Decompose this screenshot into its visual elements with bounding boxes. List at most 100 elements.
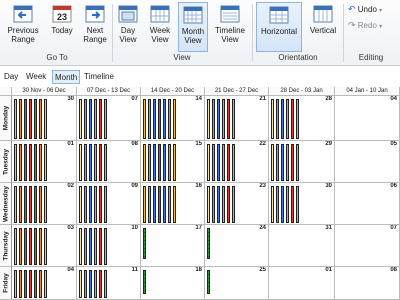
appointment-block[interactable] xyxy=(153,144,156,181)
appointment-block[interactable] xyxy=(29,144,32,181)
appointment-block[interactable] xyxy=(19,228,22,265)
appointment-block[interactable] xyxy=(153,186,156,223)
day-cell[interactable]: 22 xyxy=(205,141,269,183)
appointment-block[interactable] xyxy=(153,99,156,139)
appointment-block[interactable] xyxy=(158,144,161,181)
appointment-block[interactable] xyxy=(84,228,87,265)
appointment-block[interactable] xyxy=(207,186,210,223)
appointment-block[interactable] xyxy=(281,144,284,181)
day-cell[interactable]: 11 xyxy=(77,267,141,300)
day-cell[interactable]: 16 xyxy=(141,183,205,225)
undo-button[interactable]: ↶ Undo ▾ xyxy=(348,4,382,15)
appointment-block[interactable] xyxy=(44,228,47,265)
appointment-block[interactable] xyxy=(143,186,146,223)
appointment-block[interactable] xyxy=(217,99,220,139)
appointment-block[interactable] xyxy=(89,144,92,181)
day-cell[interactable]: 23 xyxy=(205,183,269,225)
appointment-block[interactable] xyxy=(79,270,82,298)
day-cell[interactable]: 28 xyxy=(269,96,335,141)
appointment-block[interactable] xyxy=(232,186,235,223)
appointment-block[interactable] xyxy=(89,228,92,265)
appointment-block[interactable] xyxy=(39,228,42,265)
tab-timeline[interactable]: Timeline xyxy=(82,70,116,84)
appointment-block[interactable] xyxy=(34,186,37,223)
day-cell[interactable]: 25 xyxy=(205,267,269,300)
appointment-block[interactable] xyxy=(212,144,215,181)
appointment-block[interactable] xyxy=(227,144,230,181)
appointment-block[interactable] xyxy=(14,270,17,298)
appointment-block[interactable] xyxy=(94,270,97,298)
appointment-block[interactable] xyxy=(84,186,87,223)
appointment-block[interactable] xyxy=(34,99,37,139)
appointment-block[interactable] xyxy=(148,186,151,223)
appointment-block[interactable] xyxy=(29,228,32,265)
appointment-block[interactable] xyxy=(34,270,37,298)
appointment-block[interactable] xyxy=(94,144,97,181)
appointment-block[interactable] xyxy=(24,228,27,265)
day-cell[interactable]: 03 xyxy=(12,225,77,267)
previous-range-button[interactable]: Previous Range xyxy=(4,2,42,52)
appointment-block[interactable] xyxy=(89,99,92,139)
appointment-block[interactable] xyxy=(79,144,82,181)
appointment-block[interactable] xyxy=(99,144,102,181)
appointment-block[interactable] xyxy=(207,99,210,139)
today-button[interactable]: 23 Today xyxy=(48,2,76,52)
appointment-block[interactable] xyxy=(163,144,166,181)
appointment-block[interactable] xyxy=(44,144,47,181)
tab-week[interactable]: Week xyxy=(24,70,48,84)
appointment-block[interactable] xyxy=(163,186,166,223)
next-range-button[interactable]: Next Range xyxy=(80,2,110,52)
appointment-block[interactable] xyxy=(173,144,176,181)
appointment-block[interactable] xyxy=(89,186,92,223)
appointment-block[interactable] xyxy=(168,186,171,223)
appointment-block[interactable] xyxy=(14,186,17,223)
appointment-block[interactable] xyxy=(168,144,171,181)
day-cell[interactable]: 07 xyxy=(335,225,400,267)
day-cell[interactable]: 17 xyxy=(141,225,205,267)
appointment-block[interactable] xyxy=(14,228,17,265)
day-cell[interactable]: 06 xyxy=(335,183,400,225)
appointment-block[interactable] xyxy=(232,99,235,139)
appointment-block[interactable] xyxy=(291,99,294,139)
appointment-block[interactable] xyxy=(19,144,22,181)
appointment-block[interactable] xyxy=(143,270,146,294)
day-cell[interactable]: 14 xyxy=(141,96,205,141)
appointment-block[interactable] xyxy=(222,144,225,181)
day-cell[interactable]: 31 xyxy=(269,225,335,267)
appointment-block[interactable] xyxy=(281,99,284,139)
appointment-block[interactable] xyxy=(222,99,225,139)
appointment-block[interactable] xyxy=(207,144,210,181)
appointment-block[interactable] xyxy=(79,228,82,265)
appointment-block[interactable] xyxy=(271,186,274,223)
appointment-block[interactable] xyxy=(148,144,151,181)
appointment-block[interactable] xyxy=(104,99,107,139)
day-view-button[interactable]: Day View xyxy=(115,2,141,52)
appointment-block[interactable] xyxy=(14,99,17,139)
appointment-block[interactable] xyxy=(24,144,27,181)
appointment-block[interactable] xyxy=(286,186,289,223)
appointment-block[interactable] xyxy=(281,186,284,223)
appointment-block[interactable] xyxy=(207,270,210,294)
appointment-block[interactable] xyxy=(99,186,102,223)
appointment-block[interactable] xyxy=(104,228,107,265)
appointment-block[interactable] xyxy=(39,99,42,139)
appointment-block[interactable] xyxy=(79,186,82,223)
day-cell[interactable]: 01 xyxy=(269,267,335,300)
appointment-block[interactable] xyxy=(227,186,230,223)
appointment-block[interactable] xyxy=(271,144,274,181)
appointment-block[interactable] xyxy=(79,99,82,139)
appointment-block[interactable] xyxy=(84,144,87,181)
appointment-block[interactable] xyxy=(207,228,210,259)
vertical-orientation-button[interactable]: Vertical xyxy=(306,2,340,52)
appointment-block[interactable] xyxy=(99,228,102,265)
appointment-block[interactable] xyxy=(84,99,87,139)
appointment-block[interactable] xyxy=(94,99,97,139)
appointment-block[interactable] xyxy=(44,270,47,298)
appointment-block[interactable] xyxy=(291,186,294,223)
appointment-block[interactable] xyxy=(29,270,32,298)
appointment-block[interactable] xyxy=(222,186,225,223)
appointment-block[interactable] xyxy=(227,99,230,139)
appointment-block[interactable] xyxy=(24,270,27,298)
appointment-block[interactable] xyxy=(143,228,146,259)
day-cell[interactable]: 08 xyxy=(77,141,141,183)
